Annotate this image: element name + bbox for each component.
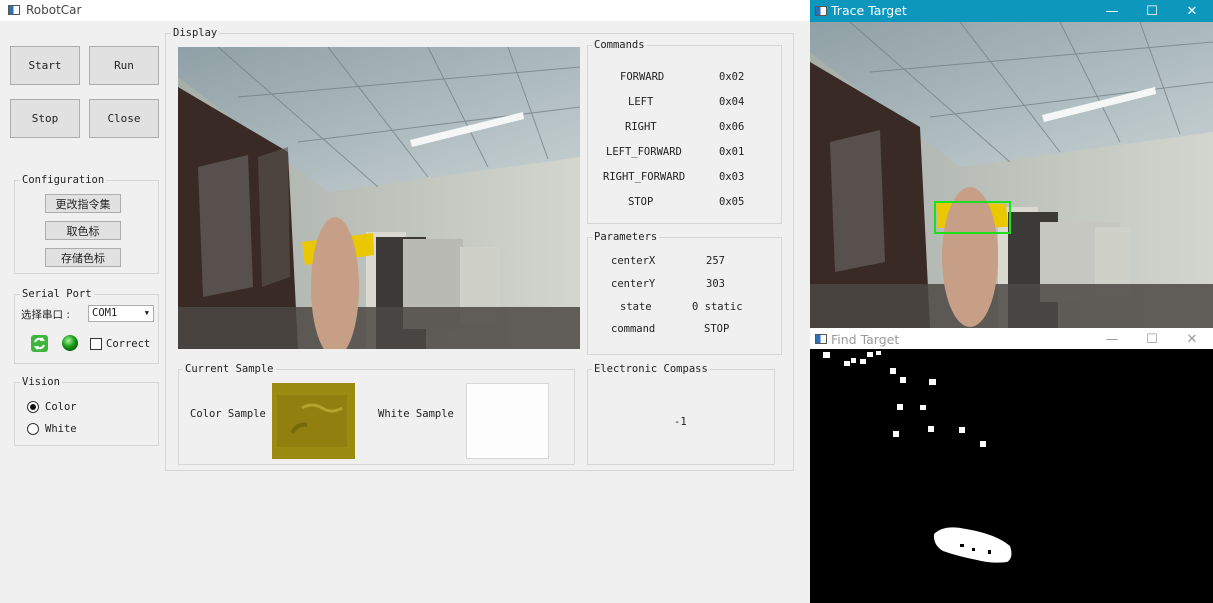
chevron-down-icon: ▼ [144,309,149,317]
color-sample-label: Color Sample [190,408,266,420]
correct-checkbox[interactable] [90,338,102,350]
stop-button[interactable]: Stop [10,99,80,138]
command-code: 0x06 [719,121,745,133]
command-name: STOP [628,196,654,208]
select-port-label: 选择串口 : [21,309,70,321]
close-icon[interactable]: ✕ [1172,0,1212,22]
parameter-name: centerY [611,278,656,290]
command-name: LEFT [628,96,654,108]
minimize-icon[interactable]: — [1092,0,1132,22]
trace-camera-feed [810,22,1213,328]
connection-status-icon [62,335,78,351]
command-code: 0x05 [719,196,745,208]
refresh-icon[interactable] [30,334,49,353]
maximize-icon[interactable]: ☐ [1132,0,1172,22]
robotcar-window: RobotCar Start Run Stop Close Configurat… [0,0,810,603]
white-radio[interactable] [27,423,39,435]
parameter-name: state [620,301,652,313]
trace-target-window: Trace Target — ☐ ✕ [810,0,1213,330]
binary-mask-view [810,349,1213,603]
parameter-name: centerX [611,255,656,267]
serial-port-title: Serial Port [20,288,94,300]
camera-feed [178,47,580,349]
display-title: Display [171,27,220,39]
vision-group [14,382,159,446]
close-button[interactable]: Close [89,99,159,138]
window-title: RobotCar [26,3,82,17]
command-name: RIGHT_FORWARD [603,171,686,183]
find-target-titlebar[interactable]: Find Target — ☐ ✕ [810,330,1213,349]
find-target-window: Find Target — ☐ ✕ [810,330,1213,603]
compass-title: Electronic Compass [592,363,710,375]
parameter-value: 303 [706,278,725,290]
configuration-title: Configuration [20,174,107,186]
parameters-title: Parameters [592,231,660,243]
command-code: 0x03 [719,171,745,183]
command-code: 0x04 [719,96,745,108]
command-name: FORWARD [620,71,665,83]
trace-target-titlebar[interactable]: Trace Target — ☐ ✕ [810,0,1213,22]
close-icon[interactable]: ✕ [1172,330,1212,349]
parameter-value: STOP [704,323,730,335]
current-sample-title: Current Sample [183,363,276,375]
trace-window-title: Trace Target [831,3,907,18]
white-sample-label: White Sample [378,408,454,420]
save-color-button[interactable]: 存储色标 [45,248,121,267]
white-radio-label: White [45,423,77,435]
command-code: 0x01 [719,146,745,158]
find-window-icon [815,334,827,344]
start-button[interactable]: Start [10,46,80,85]
color-radio[interactable] [27,401,39,413]
change-command-set-button[interactable]: 更改指令集 [45,194,121,213]
commands-title: Commands [592,39,647,51]
command-name: LEFT_FORWARD [606,146,682,158]
app-icon [8,5,20,15]
port-select[interactable]: COM1 ▼ [88,305,154,322]
find-window-title: Find Target [831,332,900,347]
trace-window-icon [815,6,827,16]
command-name: RIGHT [625,121,657,133]
parameter-name: command [611,323,656,335]
port-select-value: COM1 [92,307,118,319]
vision-title: Vision [20,376,62,388]
robotcar-titlebar[interactable]: RobotCar [0,0,810,21]
parameter-value: 0 static [692,301,743,313]
run-button[interactable]: Run [89,46,159,85]
color-sample-swatch [272,383,355,459]
color-radio-label: Color [45,401,77,413]
correct-label: Correct [106,338,151,350]
commands-group [587,45,782,224]
pick-color-button[interactable]: 取色标 [45,221,121,240]
white-sample-swatch [466,383,549,459]
minimize-icon[interactable]: — [1092,330,1132,349]
compass-value: -1 [674,416,687,428]
command-code: 0x02 [719,71,745,83]
parameter-value: 257 [706,255,725,267]
maximize-icon[interactable]: ☐ [1132,330,1172,349]
